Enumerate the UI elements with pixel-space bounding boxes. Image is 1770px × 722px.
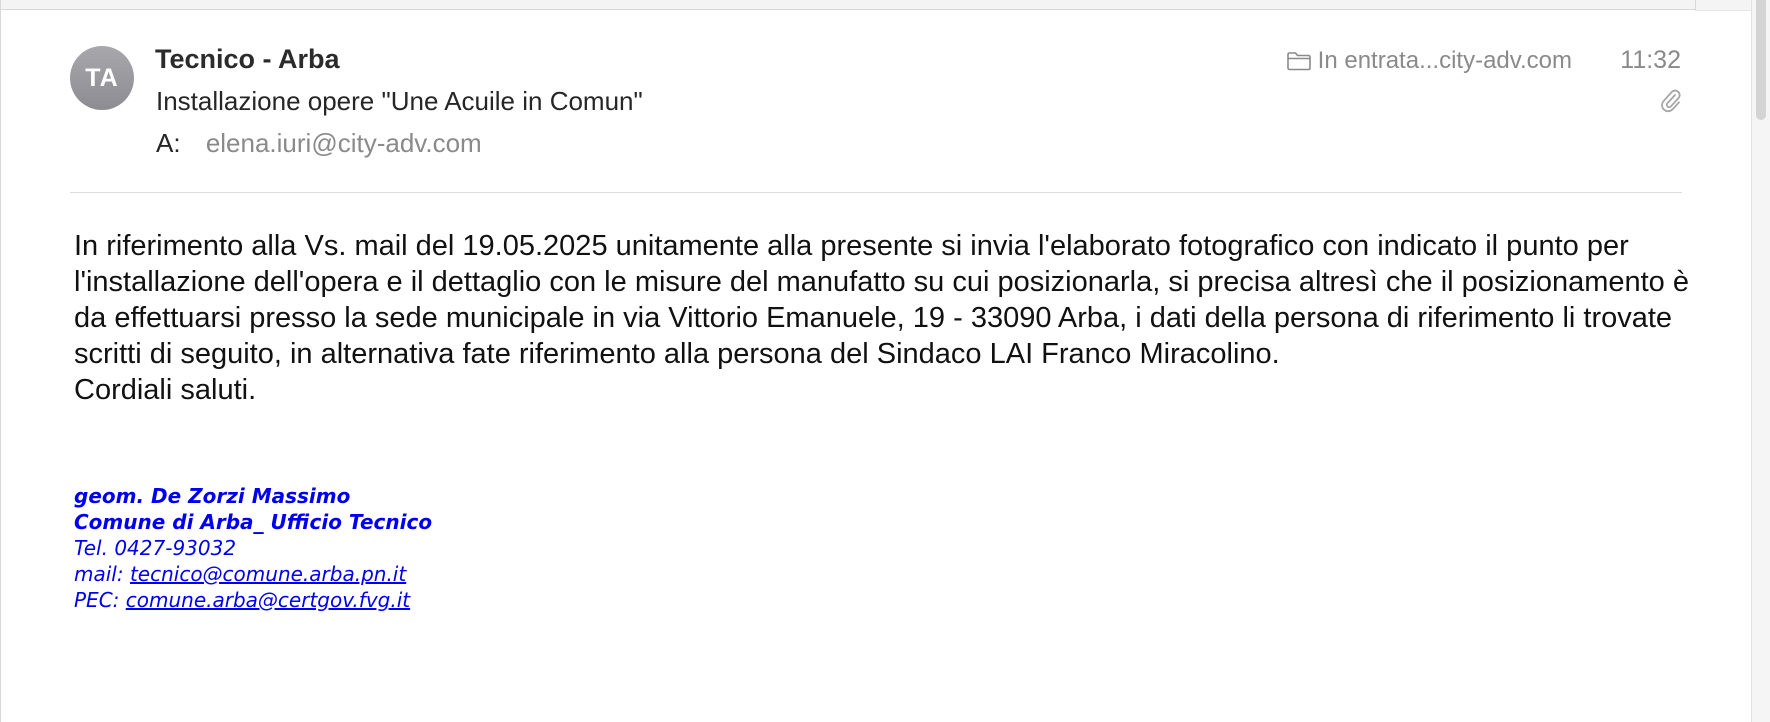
signature-mail-link[interactable]: tecnico@comune.arba.pn.it — [130, 562, 406, 586]
signature-pec-row: PEC: comune.arba@certgov.fvg.it — [74, 587, 432, 613]
avatar-initials: TA — [85, 63, 119, 92]
body-paragraph: In riferimento alla Vs. mail del 19.05.2… — [74, 230, 1689, 370]
sender-name[interactable]: Tecnico - Arba — [155, 44, 340, 75]
signature-mail-row: mail: tecnico@comune.arba.pn.it — [74, 561, 432, 587]
signature-pec-link[interactable]: comune.arba@certgov.fvg.it — [126, 588, 410, 612]
signature-phone: Tel. 0427-93032 — [74, 536, 237, 560]
message-body: In riferimento alla Vs. mail del 19.05.2… — [74, 228, 1689, 408]
signature-mail-label: mail: — [74, 562, 130, 586]
message-time: 11:32 — [1620, 46, 1681, 74]
sender-avatar[interactable]: TA — [70, 46, 134, 110]
recipient-row: A: elena.iuri@city-adv.com — [156, 128, 482, 159]
mail-message-viewer: TA Tecnico - Arba Installazione opere "U… — [0, 0, 1770, 722]
toolbar-edge — [0, 0, 1695, 10]
recipient-label: A: — [156, 128, 181, 158]
frame-corner — [1695, 0, 1752, 11]
recipient-address[interactable]: elena.iuri@city-adv.com — [206, 128, 482, 158]
folder-icon — [1286, 52, 1311, 71]
email-signature: geom. De Zorzi Massimo Comune di Arba_ U… — [74, 483, 432, 613]
body-closing: Cordiali saluti. — [74, 374, 257, 406]
paperclip-icon[interactable] — [1658, 86, 1682, 114]
mailbox-location[interactable]: In entrata...city-adv.com — [1286, 47, 1572, 75]
window-left-edge — [0, 0, 1, 722]
header-divider — [70, 192, 1682, 193]
signature-office: Comune di Arba_ Ufficio Tecnico — [74, 510, 433, 534]
mailbox-label: In entrata...city-adv.com — [1317, 47, 1572, 74]
signature-name: geom. De Zorzi Massimo — [74, 484, 351, 508]
message-subject: Installazione opere "Une Acuile in Comun… — [156, 86, 643, 116]
signature-pec-label: PEC: — [74, 588, 126, 612]
scrollbar-thumb[interactable] — [1756, 0, 1766, 120]
